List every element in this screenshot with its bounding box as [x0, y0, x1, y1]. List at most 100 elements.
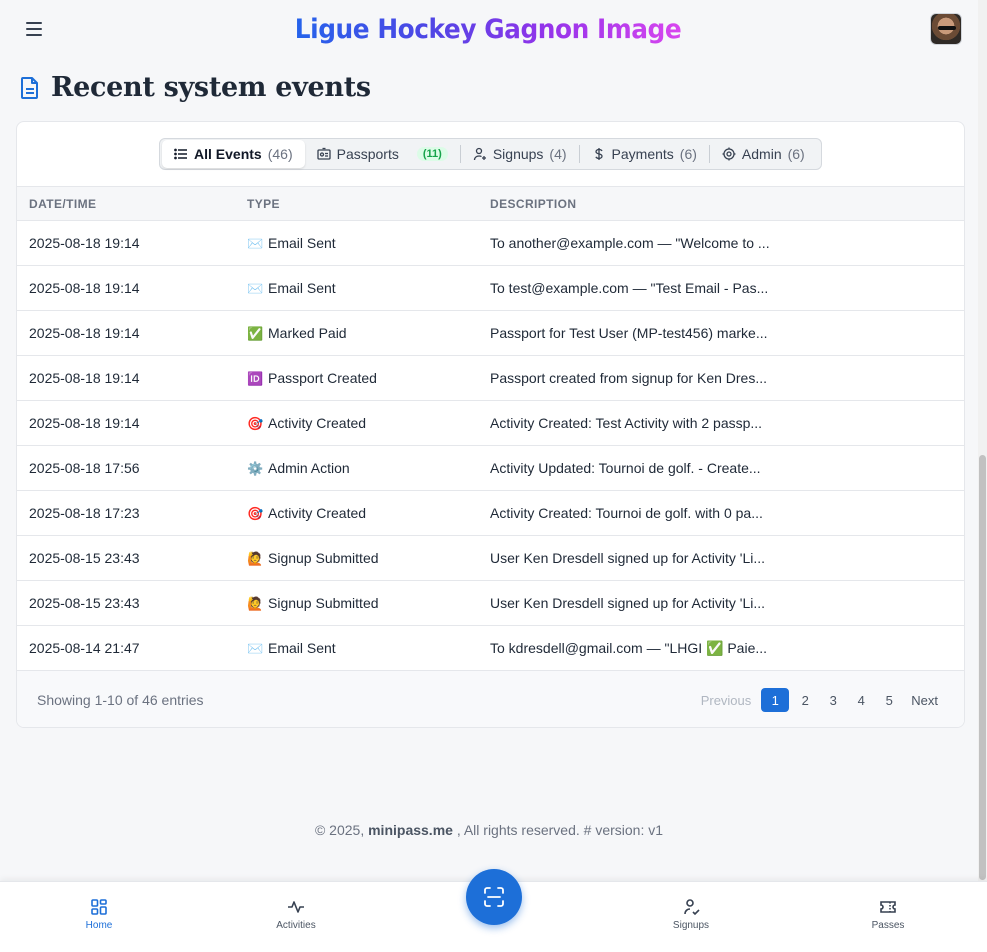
event-datetime: 2025-08-18 17:23: [29, 505, 140, 521]
event-type-icon: 🙋: [247, 551, 264, 567]
filter-all-events[interactable]: All Events (46): [162, 140, 305, 168]
filter-count: (4): [549, 146, 567, 162]
nav-passes[interactable]: Passes: [843, 898, 933, 931]
event-type: ✉️ Email Sent: [235, 266, 478, 311]
table-row[interactable]: 2025-08-18 17:23 🎯 Activity Created Activit…: [17, 491, 964, 536]
event-description: Activity Updated: Tournoi de golf. - Cre…: [490, 460, 761, 476]
table-row[interactable]: 2025-08-15 23:43 🙋 Signup Submitted User Ke…: [17, 581, 964, 626]
table-row[interactable]: 2025-08-18 17:56 ⚙️ Admin Action Activity U…: [17, 446, 964, 491]
previous-page-button[interactable]: Previous: [695, 688, 758, 712]
page-scrollbar[interactable]: [978, 0, 987, 882]
id-card-icon: [316, 147, 331, 160]
event-description: User Ken Dresdell signed up for Activity…: [490, 595, 766, 611]
page-header: Recent system events: [20, 72, 371, 103]
page-5-button[interactable]: 5: [877, 688, 901, 712]
copyright-prefix: © 2025,: [314, 822, 365, 838]
event-type-label: Marked Paid: [268, 324, 347, 341]
nav-label: Passes: [871, 920, 905, 931]
event-type-icon: 🎯: [247, 506, 264, 522]
filter-count-badge: (11): [416, 147, 448, 161]
event-datetime: 2025-08-14 21:47: [29, 640, 140, 656]
table-row[interactable]: 2025-08-18 19:14 🎯 Activity Created Activit…: [17, 401, 964, 446]
event-datetime: 2025-08-15 23:43: [29, 595, 140, 611]
event-type: ⚙️ Admin Action: [235, 446, 478, 491]
entries-count: Showing 1-10 of 46 entries: [37, 692, 204, 708]
events-card: All Events (46) Passports (11) Signups (…: [16, 121, 965, 728]
event-type: ✉️ Email Sent: [235, 626, 478, 671]
events-table: DATE/TIME TYPE DESCRIPTION 2025-08-18 19…: [17, 186, 964, 671]
filter-count: (46): [267, 146, 293, 162]
hamburger-menu-icon[interactable]: [26, 21, 46, 37]
event-description: Activity Created: Tournoi de golf. with …: [490, 505, 763, 521]
table-row[interactable]: 2025-08-18 19:14 ✉️ Email Sent To test@exam…: [17, 266, 964, 311]
event-type-label: Activity Created: [268, 504, 367, 521]
nav-label: Signups: [672, 920, 710, 931]
filter-label: Signups: [492, 146, 544, 162]
event-datetime: 2025-08-15 23:43: [29, 550, 140, 566]
table-row[interactable]: 2025-08-14 21:47 ✉️ Email Sent To kdresdell…: [17, 626, 964, 671]
ticket-icon: [880, 901, 896, 913]
page-2-button[interactable]: 2: [793, 688, 817, 712]
event-description: User Ken Dresdell signed up for Activity…: [490, 550, 766, 566]
nav-signups[interactable]: Signups: [646, 898, 736, 931]
nav-activities[interactable]: Activities: [251, 898, 341, 931]
event-type-label: Signup Submitted: [268, 594, 379, 611]
event-datetime: 2025-08-18 19:14: [29, 280, 140, 296]
filter-count: (6): [787, 146, 805, 162]
event-description: To test@example.com — "Test Email - Pas.…: [490, 280, 769, 296]
event-type-label: Email Sent: [268, 279, 336, 296]
column-header-type[interactable]: TYPE: [235, 187, 478, 221]
scrollbar-thumb[interactable]: [979, 455, 986, 880]
event-type-icon: ✅: [247, 326, 264, 342]
event-type: 🙋 Signup Submitted: [235, 536, 478, 581]
filter-count: (6): [679, 146, 697, 162]
page-title: Recent system events: [51, 72, 371, 103]
activity-icon: [288, 901, 304, 913]
event-description: To another@example.com — "Welcome to ...: [490, 235, 770, 251]
filter-label: All Events: [194, 146, 262, 162]
event-type-label: Signup Submitted: [268, 549, 379, 566]
event-type-label: Email Sent: [268, 639, 336, 656]
event-type: 🎯 Activity Created: [235, 491, 478, 536]
event-description: Activity Created: Test Activity with 2 p…: [490, 415, 763, 431]
table-row[interactable]: 2025-08-18 19:14 ✉️ Email Sent To another@e…: [17, 221, 964, 266]
event-type: 🆔 Passport Created: [235, 356, 478, 401]
nav-label: Home: [85, 920, 113, 931]
page-4-button[interactable]: 4: [849, 688, 873, 712]
scan-qr-button[interactable]: [466, 869, 522, 925]
list-icon: [174, 148, 187, 160]
pagination: Previous 1 2 3 4 5 Next: [695, 688, 944, 712]
page-1-button[interactable]: 1: [761, 688, 790, 712]
event-type-label: Activity Created: [268, 414, 367, 431]
nav-home[interactable]: Home: [54, 898, 144, 931]
table-row[interactable]: 2025-08-18 19:14 ✅ Marked Paid Passport for…: [17, 311, 964, 356]
site-link[interactable]: minipass.me: [368, 822, 453, 838]
table-row[interactable]: 2025-08-18 19:14 🆔 Passport Created Passpor…: [17, 356, 964, 401]
top-bar: Ligue Hockey Gagnon Image: [0, 0, 978, 58]
event-datetime: 2025-08-18 19:14: [29, 325, 140, 341]
app-brand[interactable]: Ligue Hockey Gagnon Image: [295, 14, 682, 45]
event-type-label: Passport Created: [268, 369, 377, 386]
table-row[interactable]: 2025-08-15 23:43 🙋 Signup Submitted User Ke…: [17, 536, 964, 581]
event-type-icon: ⚙️: [247, 461, 264, 477]
copyright-footer: © 2025, minipass.me , All rights reserve…: [0, 822, 978, 838]
event-type-label: Email Sent: [268, 234, 336, 251]
page-3-button[interactable]: 3: [821, 688, 845, 712]
next-page-button[interactable]: Next: [905, 688, 944, 712]
event-type-icon: ✉️: [247, 281, 264, 297]
column-header-datetime[interactable]: DATE/TIME: [17, 187, 235, 221]
scan-icon: [484, 887, 504, 907]
event-type: 🙋 Signup Submitted: [235, 581, 478, 626]
column-header-description[interactable]: DESCRIPTION: [478, 187, 964, 221]
filter-signups[interactable]: Signups (4): [461, 140, 579, 168]
event-description: Passport created from signup for Ken Dre…: [490, 370, 768, 386]
filter-payments[interactable]: Payments (6): [580, 140, 709, 168]
filter-admin[interactable]: Admin (6): [710, 140, 817, 168]
event-type-icon: 🙋: [247, 596, 264, 612]
filter-passports[interactable]: Passports (11): [305, 140, 460, 168]
nav-label: Activities: [276, 920, 316, 931]
user-avatar[interactable]: [930, 13, 962, 45]
copyright-suffix: , All rights reserved. # version: v1: [456, 822, 664, 838]
filter-label: Admin: [741, 146, 782, 162]
event-type-icon: ✉️: [247, 641, 264, 657]
